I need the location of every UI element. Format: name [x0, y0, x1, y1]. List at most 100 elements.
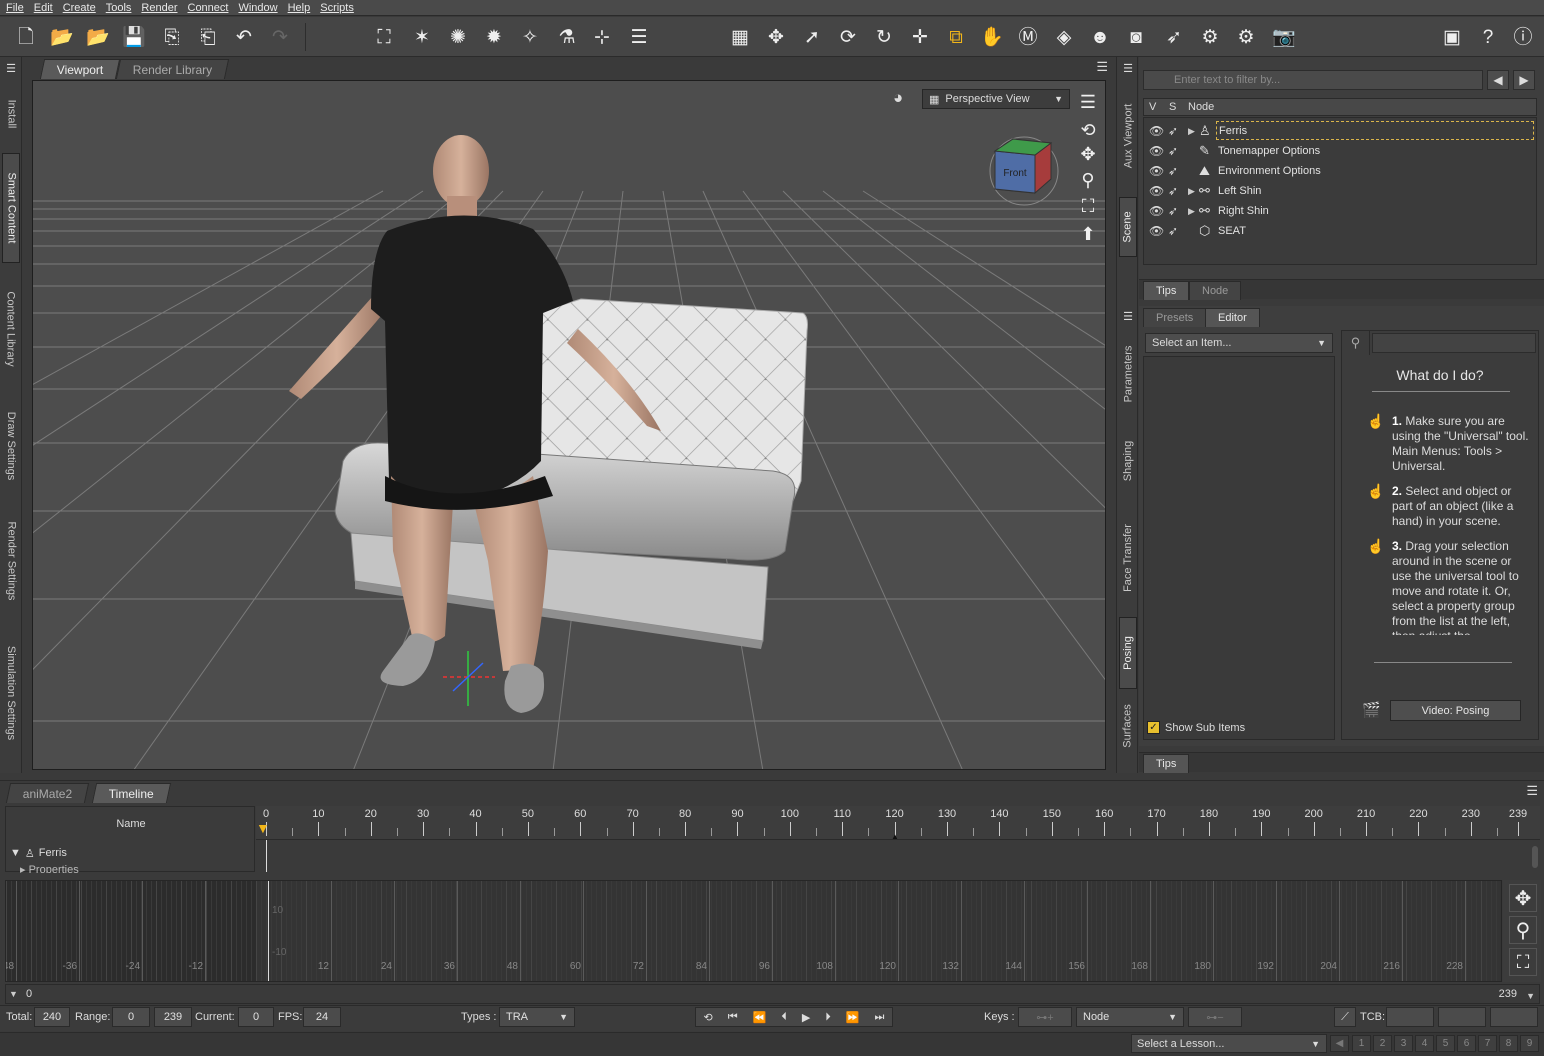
prev-key-icon[interactable]: ⏪ — [753, 1011, 767, 1024]
camera-render-icon[interactable]: ➶ — [1162, 25, 1186, 49]
tab-content-library[interactable]: Content Library — [2, 269, 20, 389]
scene-next-button[interactable]: ▶ — [1513, 70, 1535, 90]
panel-menu-icon[interactable]: ☰ — [1119, 309, 1137, 323]
viewport-menu-icon[interactable]: ☰ — [1076, 90, 1100, 114]
active-pose-icon[interactable]: ✋ — [980, 25, 1004, 49]
keys-mode-select[interactable]: Node ▼ — [1076, 1007, 1184, 1027]
scene-node-row[interactable]: 👁 ➶ ▶ ♙ Ferris — [1144, 121, 1536, 141]
frame-icon[interactable]: ⛶ — [1509, 948, 1537, 976]
tips-search-input[interactable] — [1372, 333, 1536, 353]
open-icon[interactable]: 📂 — [50, 25, 74, 49]
ds-logo-icon[interactable]: ▣ — [1440, 25, 1464, 49]
node-weight-icon[interactable]: ⊹ — [590, 25, 614, 49]
tab-posing[interactable]: Posing — [1119, 617, 1137, 689]
panel-menu-icon[interactable]: ☰ — [2, 61, 20, 75]
distant-light-icon[interactable]: ✹ — [482, 25, 506, 49]
expand-arrow-icon[interactable]: ▶ — [1188, 186, 1195, 197]
show-sub-items-checkbox[interactable]: ✓ Show Sub Items — [1147, 721, 1245, 734]
timeline-node-ferris[interactable]: ▼ ♙ Ferris — [10, 847, 67, 860]
property-group-list[interactable] — [1143, 356, 1335, 740]
viewport-menu-icon[interactable]: ☰ — [1096, 59, 1108, 75]
tab-surfaces[interactable]: Surfaces — [1119, 693, 1137, 759]
tab-timeline[interactable]: Timeline — [91, 783, 172, 803]
scene-node-row[interactable]: 👁 ➶ ▶ ⚯ Left Shin — [1144, 181, 1536, 201]
universal-tool-icon[interactable]: ✥ — [764, 25, 788, 49]
range-start-field[interactable]: 0 — [112, 1007, 150, 1027]
tab-tips[interactable]: Tips — [1143, 281, 1190, 300]
tab-presets[interactable]: Presets — [1143, 308, 1207, 327]
save-icon[interactable]: 💾 — [122, 25, 146, 49]
scene-node-row[interactable]: 👁 ➶ ⬡ SEAT — [1144, 221, 1536, 241]
cursor-icon[interactable]: ➶ — [1168, 164, 1178, 178]
zoom-icon[interactable]: ⚲ — [1509, 916, 1537, 944]
translate-icon[interactable]: ✛ — [908, 25, 932, 49]
help-icon[interactable]: ⓘ — [1511, 25, 1535, 49]
orbit-icon[interactable]: ⟲ — [1076, 118, 1100, 142]
cursor-icon[interactable]: ➶ — [1168, 184, 1178, 198]
scene-prev-button[interactable]: ◀ — [1487, 70, 1509, 90]
cursor-icon[interactable]: ➶ — [1168, 144, 1178, 158]
graph-editor[interactable]: -48 -36 -24 -12 12 24 36 48 60 72 84 96 108 120 132 144… — [5, 880, 1502, 982]
menu-connect[interactable]: Connect — [188, 2, 229, 14]
lesson-step[interactable]: 8 — [1499, 1035, 1518, 1052]
cursor-icon[interactable]: ➶ — [1168, 224, 1178, 238]
collapse-arrow-icon[interactable]: ▼ — [10, 847, 21, 860]
redo-icon[interactable]: ↷ — [268, 25, 292, 49]
col-selectable[interactable]: S — [1169, 101, 1176, 113]
export-icon[interactable]: ⎗ — [196, 25, 220, 49]
morph-icon[interactable]: Ⓜ — [1016, 25, 1040, 49]
fps-field[interactable]: 24 — [303, 1007, 341, 1027]
eye-icon[interactable]: 👁 — [1149, 184, 1164, 198]
pan-icon[interactable]: ✥ — [1509, 884, 1537, 912]
joint-editor-icon[interactable]: ⚗ — [555, 25, 579, 49]
go-to-end-icon[interactable]: ⏭ — [875, 1011, 885, 1024]
loop-icon[interactable]: ⟲ — [704, 1011, 713, 1024]
import-icon[interactable]: ⎘ — [160, 25, 184, 49]
col-node[interactable]: Node — [1188, 101, 1214, 113]
tab-install[interactable]: Install — [2, 79, 20, 149]
eye-icon[interactable]: 👁 — [1149, 164, 1164, 178]
expand-arrow-icon[interactable]: ▶ — [1188, 206, 1195, 217]
expand-arrow-icon[interactable]: ▶ — [1188, 126, 1195, 137]
lesson-step[interactable]: 1 — [1352, 1035, 1371, 1052]
rotate-circle-icon[interactable]: ↻ — [872, 25, 896, 49]
reset-view-icon[interactable]: ⬆ — [1076, 222, 1100, 246]
remove-key-button[interactable]: ⊶− — [1188, 1007, 1242, 1027]
merge-icon[interactable]: 📂 — [86, 25, 110, 49]
timeline-track[interactable] — [256, 840, 1540, 872]
step-back-icon[interactable]: ⏴ — [781, 1011, 787, 1024]
lesson-step[interactable]: 2 — [1373, 1035, 1392, 1052]
scene-node-row[interactable]: 👁 ➶ ▶ ⚯ Right Shin — [1144, 201, 1536, 221]
select-icon[interactable]: ⚙ — [1198, 25, 1222, 49]
playhead-marker-icon[interactable]: ▼ — [256, 820, 276, 836]
step-forward-icon[interactable]: ⏵ — [825, 1011, 831, 1024]
lesson-step[interactable]: 7 — [1478, 1035, 1497, 1052]
camera-sphere-icon[interactable]: ◕ — [893, 88, 915, 110]
zoom-icon[interactable]: ⚲ — [1076, 168, 1100, 192]
play-icon[interactable]: ▶ — [802, 1011, 810, 1024]
panel-menu-icon[interactable]: ☰ — [1119, 61, 1137, 75]
cursor-icon[interactable]: ➶ — [1168, 124, 1178, 138]
rotate-icon[interactable]: ⟳ — [836, 25, 860, 49]
next-key-icon[interactable]: ⏩ — [846, 1011, 860, 1024]
camera-light-icon[interactable]: ✧ — [518, 25, 542, 49]
timeline-node-properties[interactable]: ▸ Properties — [20, 865, 79, 873]
tab-tips[interactable]: Tips — [1143, 754, 1190, 773]
eye-icon[interactable]: 👁 — [1149, 204, 1164, 218]
tcb-bias-field[interactable] — [1490, 1007, 1538, 1027]
new-scene-icon[interactable]: 🗋 — [14, 25, 38, 49]
menu-create[interactable]: Create — [63, 2, 96, 14]
lesson-step[interactable]: 9 — [1520, 1035, 1539, 1052]
timeline-scrubber[interactable]: ▼ 0 239 ▼ — [5, 984, 1540, 1004]
timeline-menu-icon[interactable]: ☰ — [1526, 783, 1538, 799]
frame-icon[interactable]: ⛶ — [1076, 194, 1100, 218]
range-end-field[interactable]: 239 — [154, 1007, 192, 1027]
menu-scripts[interactable]: Scripts — [320, 2, 354, 14]
tab-scene[interactable]: Scene — [1119, 197, 1137, 257]
menu-list-icon[interactable]: ☰ — [627, 25, 651, 49]
lesson-select[interactable]: Select a Lesson... ▼ — [1131, 1034, 1327, 1053]
render-settings-icon[interactable]: ⚙ — [1234, 25, 1258, 49]
lesson-step[interactable]: 4 — [1415, 1035, 1434, 1052]
render-icon[interactable]: 📷 — [1272, 25, 1296, 49]
tab-render-settings[interactable]: Render Settings — [2, 503, 20, 618]
